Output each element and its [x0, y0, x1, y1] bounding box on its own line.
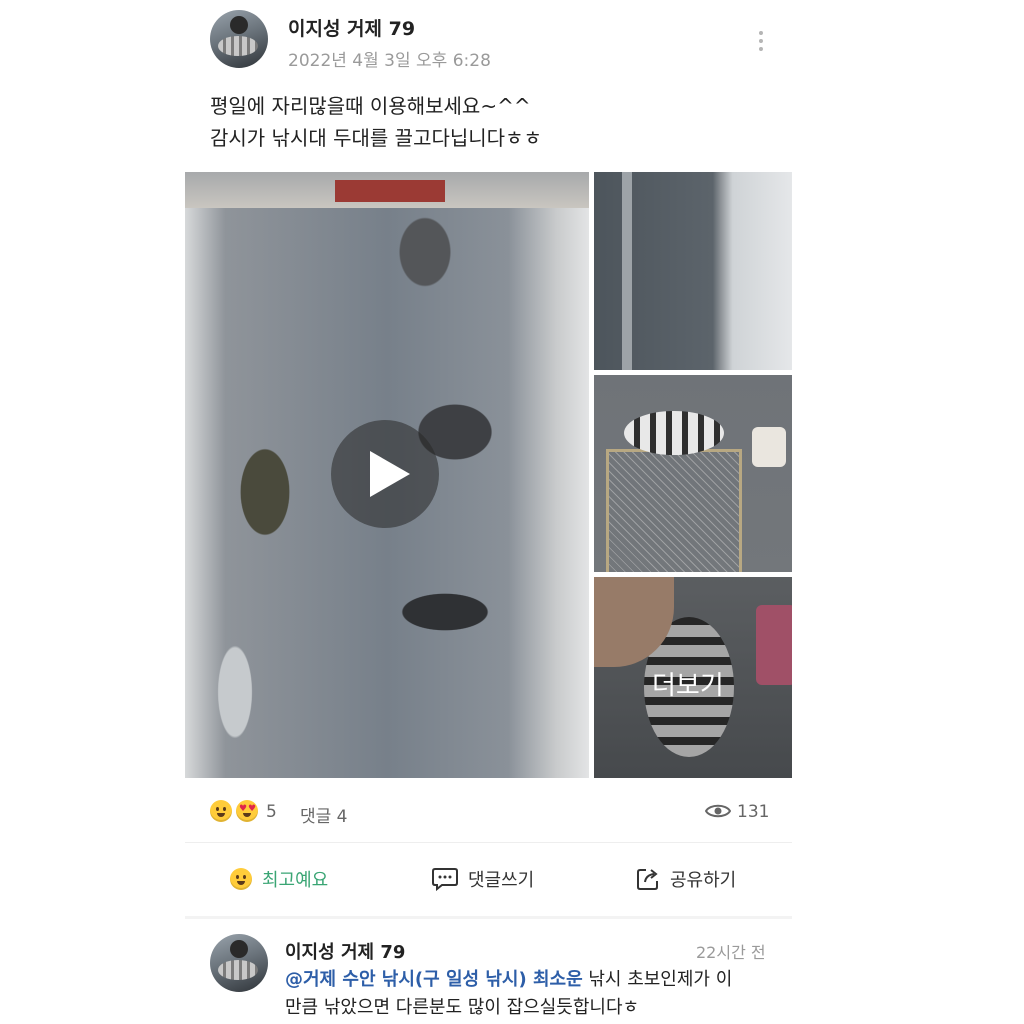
comment-text: @거제 수안 낚시(구 일성 낚시) 최소운 낚시 초보인제가 이 만큼 낚았으… — [285, 966, 785, 1022]
write-comment-label: 댓글쓰기 — [468, 870, 535, 891]
comment-mention[interactable]: @거제 수안 낚시(구 일성 낚시) 최소운 — [285, 969, 583, 990]
share-button[interactable]: 공유하기 — [636, 866, 736, 892]
like-button[interactable]: 최고예요 — [230, 866, 328, 892]
speech-bubble-icon — [432, 868, 458, 891]
heart-eyes-emoji-icon: ♥ ♥ — [236, 800, 258, 822]
post-author-avatar[interactable] — [210, 10, 268, 68]
post-timestamp: 2022년 4월 3일 오후 6:28 — [288, 51, 491, 71]
comment-author-name[interactable]: 이지성 거제 79 — [285, 938, 405, 964]
write-comment-button[interactable]: 댓글쓰기 — [432, 866, 534, 892]
photo-thumbnail-3[interactable]: 더보기 — [594, 577, 792, 778]
eye-icon — [705, 804, 731, 818]
comment-time: 22시간 전 — [696, 943, 766, 962]
reaction-count[interactable]: 5 — [266, 802, 277, 822]
like-button-label: 최고예요 — [262, 870, 329, 891]
comment-author-avatar[interactable] — [210, 934, 268, 992]
comment-count[interactable]: 댓글 4 — [300, 802, 348, 827]
share-label: 공유하기 — [670, 870, 737, 891]
post-text-line-1: 평일에 자리많을때 이용해보세요~^^ — [210, 94, 531, 118]
more-photos-label[interactable]: 더보기 — [652, 665, 724, 702]
comment-text-part-1: 낚시 초보인제가 이 — [582, 969, 733, 990]
post-author-name[interactable]: 이지성 거제 79 — [288, 14, 415, 41]
play-button[interactable] — [331, 420, 439, 528]
comment-text-part-2: 만큼 낚았으면 다른분도 많이 잡으실듯합니다ㅎ — [285, 997, 640, 1018]
stats-divider — [185, 842, 792, 843]
play-icon — [370, 451, 410, 497]
post-text-line-2: 감시가 낚시대 두대를 끌고다닙니다ㅎㅎ — [210, 126, 542, 150]
laughing-emoji-icon — [230, 868, 252, 890]
photo-thumbnail-2[interactable] — [594, 375, 792, 572]
photo-thumbnail-1[interactable] — [594, 172, 792, 370]
laughing-emoji-icon — [210, 800, 232, 822]
comments-divider — [185, 916, 792, 919]
view-count: 131 — [737, 802, 770, 822]
more-options-icon[interactable] — [751, 26, 771, 56]
main-video-thumbnail[interactable] — [185, 172, 589, 778]
share-icon — [637, 869, 658, 890]
